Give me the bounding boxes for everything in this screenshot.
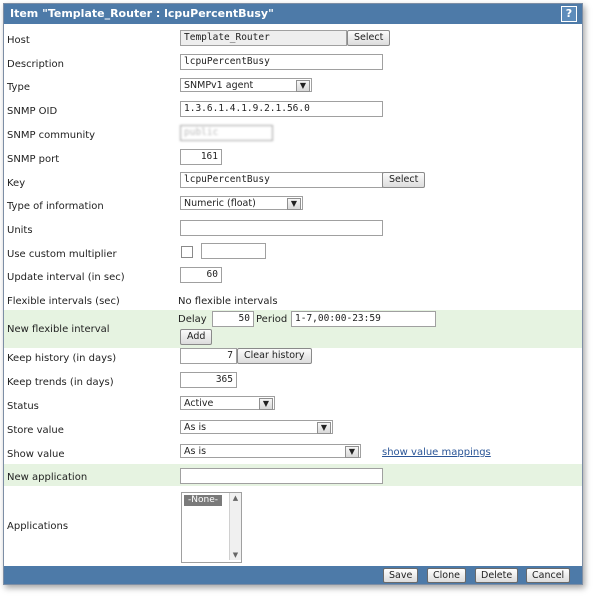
key-field[interactable]: lcpuPercentBusy: [180, 172, 383, 188]
clone-button[interactable]: Clone: [427, 568, 466, 583]
period-label: Period: [256, 314, 288, 325]
keep-trends-field[interactable]: 365: [180, 372, 237, 388]
chevron-down-icon: ▼: [296, 80, 310, 92]
new-application-field[interactable]: [180, 468, 383, 484]
status-select[interactable]: Active ▼: [180, 396, 275, 410]
type-select[interactable]: SNMPv1 agent ▼: [180, 78, 312, 92]
period-field[interactable]: 1-7,00:00-23:59: [291, 311, 436, 327]
type-select-value: SNMPv1 agent: [184, 80, 254, 91]
window-title: Item "Template_Router : lcpuPercentBusy": [10, 7, 274, 20]
keep-history-label: Keep history (in days): [7, 353, 117, 364]
update-interval-label: Update interval (in sec): [7, 272, 125, 283]
chevron-down-icon: ▼: [259, 398, 273, 410]
show-value-select[interactable]: As is ▼: [180, 444, 361, 458]
form-footer: Save Clone Delete Cancel: [4, 566, 582, 584]
units-field[interactable]: [180, 220, 383, 236]
listbox-scrollbar[interactable]: ▲ ▼: [229, 493, 241, 560]
key-select-button[interactable]: Select: [382, 172, 426, 188]
snmp-oid-label: SNMP OID: [7, 106, 58, 117]
window-title-bar: Item "Template_Router : lcpuPercentBusy"…: [4, 4, 582, 24]
store-value-select[interactable]: As is ▼: [180, 420, 333, 434]
snmp-community-label: SNMP community: [7, 130, 96, 141]
applications-label: Applications: [7, 521, 69, 532]
type-of-information-value: Numeric (float): [184, 198, 256, 209]
keep-history-field[interactable]: 7: [180, 348, 237, 364]
new-flexible-interval-label: New flexible interval: [7, 324, 110, 335]
show-value-label: Show value: [7, 449, 65, 460]
help-icon[interactable]: ?: [561, 6, 577, 22]
type-of-information-label: Type of information: [7, 201, 104, 212]
save-button[interactable]: Save: [383, 568, 419, 583]
snmp-port-label: SNMP port: [7, 154, 60, 165]
description-field[interactable]: lcpuPercentBusy: [180, 54, 383, 70]
flexible-intervals-value: No flexible intervals: [178, 296, 278, 307]
applications-option[interactable]: -None-: [184, 495, 222, 506]
snmp-port-field[interactable]: 161: [180, 149, 222, 165]
host-select-button[interactable]: Select: [347, 30, 391, 46]
applications-listbox[interactable]: -None- ▲ ▼: [181, 492, 242, 563]
type-of-information-select[interactable]: Numeric (float) ▼: [180, 196, 303, 210]
snmp-community-field[interactable]: public: [180, 125, 273, 141]
delete-button[interactable]: Delete: [475, 568, 519, 583]
chevron-down-icon: ▼: [317, 422, 331, 434]
update-interval-field[interactable]: 60: [180, 267, 222, 283]
add-flexible-interval-button[interactable]: Add: [180, 329, 213, 345]
show-value-value: As is: [184, 446, 207, 457]
units-label: Units: [7, 225, 33, 236]
item-form-window: Item "Template_Router : lcpuPercentBusy"…: [3, 3, 583, 585]
custom-multiplier-checkbox[interactable]: [181, 246, 193, 258]
delay-label: Delay: [178, 314, 207, 325]
host-field[interactable]: Template_Router: [180, 30, 347, 46]
scroll-up-icon[interactable]: ▲: [230, 493, 241, 503]
description-label: Description: [7, 59, 64, 70]
delay-field[interactable]: 50: [212, 311, 254, 327]
clear-history-button[interactable]: Clear history: [237, 348, 312, 364]
show-value-mappings-link[interactable]: show value mappings: [382, 447, 491, 458]
chevron-down-icon: ▼: [345, 446, 359, 458]
type-label: Type: [7, 82, 30, 93]
new-application-label: New application: [7, 472, 88, 483]
key-label: Key: [7, 178, 26, 189]
scroll-down-icon[interactable]: ▼: [230, 550, 241, 560]
flexible-intervals-label: Flexible intervals (sec): [7, 296, 120, 307]
status-label: Status: [7, 401, 39, 412]
cancel-button[interactable]: Cancel: [526, 568, 571, 583]
store-value-value: As is: [184, 422, 207, 433]
keep-trends-label: Keep trends (in days): [7, 377, 114, 388]
host-label: Host: [7, 35, 30, 46]
store-value-label: Store value: [7, 425, 64, 436]
custom-multiplier-field[interactable]: [201, 243, 266, 259]
status-value: Active: [184, 398, 214, 409]
snmp-oid-field[interactable]: 1.3.6.1.4.1.9.2.1.56.0: [180, 101, 383, 117]
chevron-down-icon: ▼: [287, 198, 301, 210]
custom-multiplier-label: Use custom multiplier: [7, 249, 117, 260]
